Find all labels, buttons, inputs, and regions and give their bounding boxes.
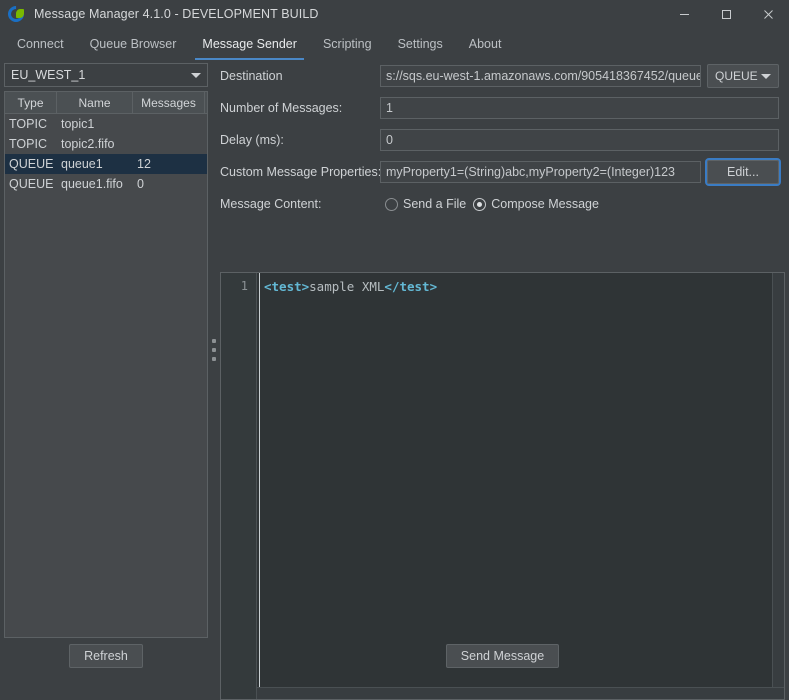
- tab-label: About: [468, 37, 502, 51]
- window-titlebar: Message Manager 4.1.0 - DEVELOPMENT BUIL…: [0, 0, 789, 28]
- cell-name: topic2.fifo: [61, 137, 115, 151]
- editor-caret: [259, 273, 260, 699]
- delay-input[interactable]: 0: [380, 129, 779, 151]
- editor-code-line: <test>sample XML</test>: [264, 278, 784, 295]
- line-number: 1: [240, 279, 248, 293]
- tab-scripting[interactable]: Scripting: [310, 28, 385, 60]
- destination-label: Destination: [220, 69, 283, 83]
- tab-settings[interactable]: Settings: [385, 28, 456, 60]
- close-icon[interactable]: [747, 0, 789, 28]
- number-of-messages-label: Number of Messages:: [220, 101, 343, 115]
- cell-messages: [133, 134, 205, 154]
- cell-name: queue1: [61, 157, 103, 171]
- region-select[interactable]: EU_WEST_1: [4, 63, 208, 87]
- radio-checked-icon: [473, 197, 487, 211]
- destinations-sidebar: EU_WEST_1 Type Name Messages TOPIC topic…: [4, 63, 208, 638]
- tab-label: Connect: [17, 37, 64, 51]
- tab-label: Message Sender: [202, 37, 297, 51]
- tab-label: Queue Browser: [89, 37, 177, 51]
- panel-splitter[interactable]: [208, 60, 220, 639]
- maximize-icon[interactable]: [705, 0, 747, 28]
- message-content-radio-group: Send a File Compose Message: [380, 197, 599, 211]
- custom-properties-label: Custom Message Properties:: [220, 165, 382, 179]
- editor-vertical-scrollbar[interactable]: [772, 273, 784, 687]
- editor-line-number-gutter: 1: [221, 273, 257, 699]
- message-sender-panel: EU_WEST_1 Type Name Messages TOPIC topic…: [0, 60, 789, 700]
- cell-type: TOPIC: [9, 117, 47, 131]
- cell-name: topic1: [61, 117, 95, 131]
- send-message-button[interactable]: Send Message: [445, 644, 560, 668]
- cell-messages: 0: [137, 177, 144, 191]
- refresh-button-container: Refresh: [4, 644, 208, 668]
- main-tabbar: Connect Queue Browser Message Sender Scr…: [0, 28, 789, 60]
- column-header-name[interactable]: Name: [57, 92, 133, 113]
- custom-properties-row: Custom Message Properties: myProperty1=(…: [220, 158, 785, 186]
- custom-properties-input[interactable]: myProperty1=(String)abc,myProperty2=(Int…: [380, 161, 701, 183]
- send-button-container: Send Message: [220, 644, 785, 668]
- table-row[interactable]: TOPIC topic2.fifo: [5, 134, 207, 154]
- destination-type-value: QUEUE: [715, 69, 758, 83]
- table-header-row: Type Name Messages: [5, 92, 207, 114]
- window-controls: [663, 0, 789, 28]
- cell-messages: [133, 114, 205, 134]
- cell-type: QUEUE: [9, 157, 54, 171]
- minimize-icon[interactable]: [663, 0, 705, 28]
- delay-row: Delay (ms): 0: [220, 127, 785, 153]
- region-select-value: EU_WEST_1: [11, 68, 86, 82]
- table-row[interactable]: TOPIC topic1: [5, 114, 207, 134]
- tab-connect[interactable]: Connect: [4, 28, 77, 60]
- number-of-messages-input[interactable]: 1: [380, 97, 779, 119]
- message-content-editor[interactable]: 1 <test>sample XML</test>: [220, 272, 785, 700]
- destination-row: Destination s://sqs.eu-west-1.amazonaws.…: [220, 63, 785, 89]
- xml-text-node: sample XML: [309, 279, 385, 294]
- cell-type: QUEUE: [9, 177, 54, 191]
- tab-message-sender[interactable]: Message Sender: [189, 28, 310, 60]
- chevron-down-icon: [191, 72, 201, 78]
- app-logo-icon: [4, 2, 28, 26]
- delay-label: Delay (ms):: [220, 133, 284, 147]
- chevron-down-icon: [761, 73, 771, 79]
- tab-about[interactable]: About: [456, 28, 515, 60]
- splitter-dots-icon: [212, 338, 216, 361]
- edit-properties-button[interactable]: Edit...: [705, 158, 781, 186]
- cell-type: TOPIC: [9, 137, 47, 151]
- radio-label: Compose Message: [491, 197, 599, 211]
- destination-type-select[interactable]: QUEUE: [707, 64, 779, 88]
- message-content-label: Message Content:: [220, 197, 322, 211]
- tab-label: Settings: [397, 37, 443, 51]
- table-row[interactable]: QUEUE queue1.fifo 0: [5, 174, 207, 194]
- number-of-messages-row: Number of Messages: 1: [220, 95, 785, 121]
- radio-compose-message[interactable]: Compose Message: [473, 197, 599, 211]
- window-title: Message Manager 4.1.0 - DEVELOPMENT BUIL…: [34, 7, 319, 21]
- radio-label: Send a File: [403, 197, 467, 211]
- column-header-messages[interactable]: Messages: [133, 92, 205, 113]
- cell-name: queue1.fifo: [61, 177, 123, 191]
- destination-input[interactable]: s://sqs.eu-west-1.amazonaws.com/90541836…: [380, 65, 701, 87]
- message-content-row: Message Content: Send a File Compose Mes…: [220, 191, 785, 217]
- editor-code-area[interactable]: <test>sample XML</test>: [257, 273, 784, 699]
- cell-messages: 12: [137, 157, 151, 171]
- radio-unchecked-icon: [385, 197, 398, 211]
- xml-close-tag: </test>: [384, 279, 438, 294]
- column-header-type[interactable]: Type: [5, 92, 57, 113]
- refresh-button[interactable]: Refresh: [69, 644, 143, 668]
- destinations-table[interactable]: Type Name Messages TOPIC topic1 TOPIC to…: [4, 91, 208, 638]
- table-body: TOPIC topic1 TOPIC topic2.fifo QUEUE que…: [5, 114, 207, 637]
- tab-queue-browser[interactable]: Queue Browser: [77, 28, 190, 60]
- radio-send-a-file[interactable]: Send a File: [385, 197, 466, 211]
- table-row[interactable]: QUEUE queue1 12: [5, 154, 207, 174]
- tab-label: Scripting: [322, 37, 372, 51]
- xml-open-tag: <test>: [264, 279, 310, 294]
